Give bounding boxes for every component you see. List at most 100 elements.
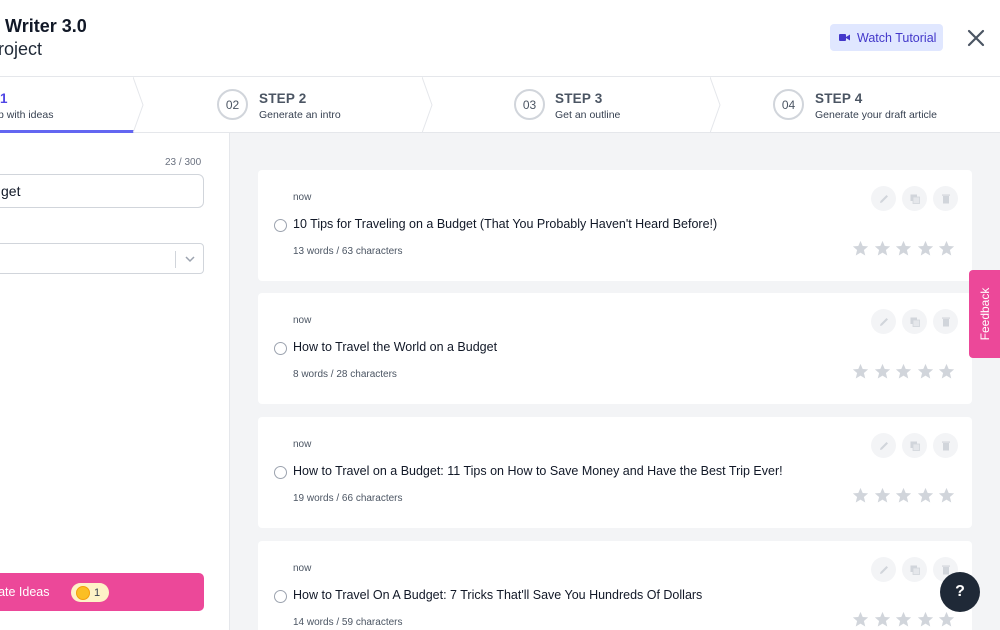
star-icon[interactable] — [938, 363, 955, 380]
coin-icon — [76, 585, 90, 600]
edit-icon[interactable] — [871, 433, 896, 458]
star-icon[interactable] — [938, 240, 955, 257]
star-icon[interactable] — [852, 611, 869, 628]
step-2-tab[interactable]: 02 STEP 2 Generate an intro — [145, 77, 422, 133]
idea-meta: 8 words / 28 characters — [293, 369, 397, 380]
star-icon[interactable] — [938, 487, 955, 504]
idea-meta: 14 words / 59 characters — [293, 617, 403, 628]
step-2-circle: 02 — [217, 89, 248, 120]
idea-select-radio[interactable] — [274, 342, 287, 355]
idea-time: now — [293, 439, 312, 450]
star-icon[interactable] — [917, 363, 934, 380]
watch-tutorial-label: Watch Tutorial — [857, 30, 937, 45]
idea-time: now — [293, 563, 312, 574]
star-icon[interactable] — [874, 611, 891, 628]
idea-actions — [871, 433, 964, 458]
feedback-label: Feedback — [977, 287, 992, 341]
idea-time: now — [293, 192, 312, 203]
idea-headline: How to Travel On A Budget: 7 Tricks That… — [293, 588, 703, 602]
star-icon[interactable] — [852, 363, 869, 380]
char-counter: 23 / 300 — [165, 157, 202, 168]
star-icon[interactable] — [917, 487, 934, 504]
rating-stars — [852, 611, 960, 628]
idea-time: now — [293, 315, 312, 326]
copy-icon[interactable] — [902, 309, 927, 334]
edit-icon[interactable] — [871, 186, 896, 211]
rating-stars — [852, 363, 960, 380]
header: icle Writer 3.0 y Project Watch Tutorial — [0, 0, 1000, 76]
star-icon[interactable] — [895, 363, 912, 380]
input-panel: 23 / 300 get nerate Ideas 1 — [0, 133, 230, 630]
star-icon[interactable] — [874, 487, 891, 504]
star-icon[interactable] — [852, 240, 869, 257]
star-icon[interactable] — [917, 611, 934, 628]
star-icon[interactable] — [852, 487, 869, 504]
idea-actions — [871, 309, 964, 334]
edit-icon[interactable] — [871, 557, 896, 582]
chevron-down-icon — [185, 256, 195, 263]
watch-tutorial-button[interactable]: Watch Tutorial — [830, 24, 943, 51]
step-4-tab[interactable]: 04 STEP 4 Generate your draft article — [722, 77, 1000, 133]
rating-stars — [852, 240, 960, 257]
idea-headline: 10 Tips for Traveling on a Budget (That … — [293, 217, 718, 231]
select-divider — [175, 251, 176, 268]
edit-icon[interactable] — [871, 309, 896, 334]
topic-input[interactable]: get — [0, 174, 204, 208]
step-2-title: STEP 2 — [259, 91, 307, 106]
step-2-desc: Generate an intro — [259, 109, 341, 121]
credit-count: 1 — [94, 586, 101, 599]
step-4-title: STEP 4 — [815, 91, 863, 106]
star-icon[interactable] — [895, 240, 912, 257]
credit-badge: 1 — [71, 583, 109, 602]
step-1-tab[interactable]: 1 p with ideas — [0, 77, 134, 133]
step-3-circle: 03 — [514, 89, 545, 120]
step-3-desc: Get an outline — [555, 109, 621, 121]
idea-actions — [871, 186, 964, 211]
project-name: y Project — [0, 39, 43, 59]
help-button[interactable]: ? — [940, 572, 980, 612]
idea-select-radio[interactable] — [274, 590, 287, 603]
rating-stars — [852, 487, 960, 504]
page-title: icle Writer 3.0 — [0, 16, 87, 36]
steps-bar: 1 p with ideas 02 STEP 2 Generate an int… — [0, 76, 1000, 133]
idea-headline: How to Travel on a Budget: 11 Tips on Ho… — [293, 464, 783, 478]
star-icon[interactable] — [917, 240, 934, 257]
idea-card: now 10 Tips for Traveling on a Budget (T… — [258, 170, 972, 281]
star-icon[interactable] — [895, 487, 912, 504]
close-icon[interactable] — [964, 26, 988, 50]
feedback-tab[interactable]: Feedback — [969, 270, 1000, 358]
step-4-desc: Generate your draft article — [815, 109, 937, 121]
idea-card: now How to Travel On A Budget: 7 Tricks … — [258, 541, 972, 630]
ideas-panel: now 10 Tips for Traveling on a Budget (T… — [230, 133, 1000, 630]
step-3-title: STEP 3 — [555, 91, 603, 106]
step-4-circle: 04 — [773, 89, 804, 120]
star-icon[interactable] — [874, 363, 891, 380]
copy-icon[interactable] — [902, 557, 927, 582]
idea-select-radio[interactable] — [274, 219, 287, 232]
step-1-number: 1 — [0, 91, 8, 106]
step-separator-icon — [422, 77, 433, 133]
trash-icon[interactable] — [933, 309, 958, 334]
step-1-desc: p with ideas — [0, 109, 54, 121]
video-camera-icon — [839, 33, 850, 42]
idea-meta: 13 words / 63 characters — [293, 246, 403, 257]
tone-select[interactable] — [0, 243, 204, 274]
idea-meta: 19 words / 66 characters — [293, 493, 403, 504]
trash-icon[interactable] — [933, 433, 958, 458]
help-icon: ? — [955, 583, 965, 600]
copy-icon[interactable] — [902, 433, 927, 458]
star-icon[interactable] — [938, 611, 955, 628]
idea-headline: How to Travel the World on a Budget — [293, 340, 498, 354]
step-separator-icon — [133, 77, 144, 133]
copy-icon[interactable] — [902, 186, 927, 211]
idea-card: now How to Travel the World on a Budget … — [258, 293, 972, 404]
idea-card: now How to Travel on a Budget: 11 Tips o… — [258, 417, 972, 528]
generate-ideas-label: nerate Ideas — [0, 585, 50, 599]
idea-select-radio[interactable] — [274, 466, 287, 479]
step-separator-icon — [710, 77, 721, 133]
trash-icon[interactable] — [933, 186, 958, 211]
step-3-tab[interactable]: 03 STEP 3 Get an outline — [434, 77, 710, 133]
star-icon[interactable] — [874, 240, 891, 257]
star-icon[interactable] — [895, 611, 912, 628]
generate-ideas-button[interactable]: nerate Ideas 1 — [0, 573, 204, 611]
